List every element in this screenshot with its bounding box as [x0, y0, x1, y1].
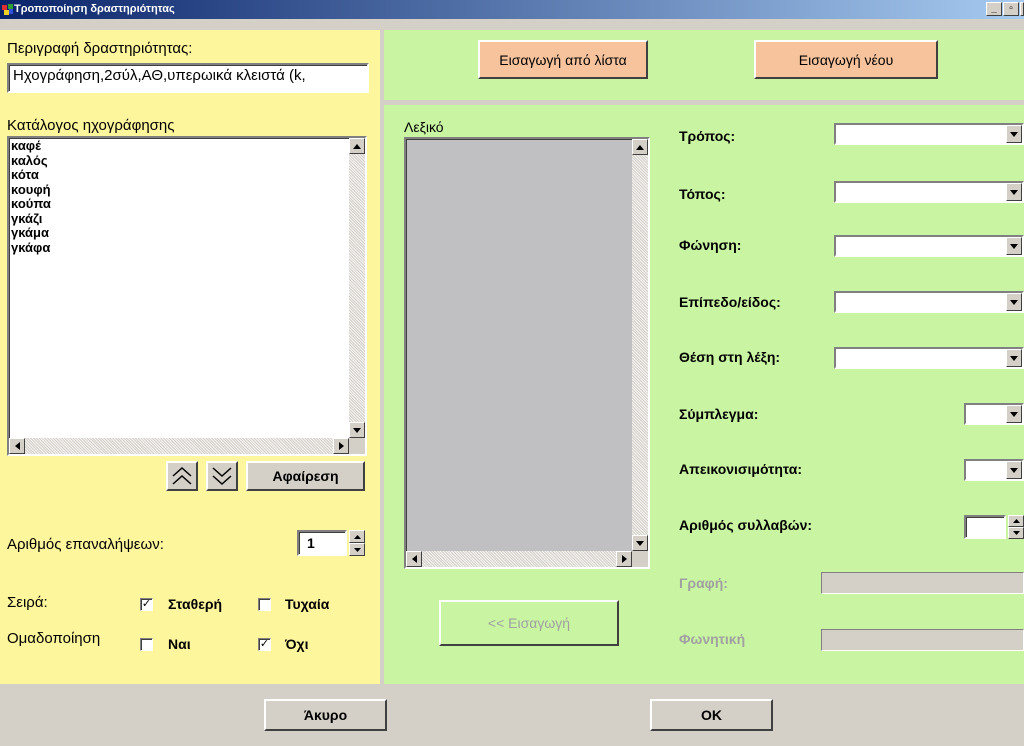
grouping-label: Ομαδοποίηση	[7, 630, 101, 647]
order-label: Σειρά:	[7, 594, 48, 611]
right-panel: Λεξικό << Εισαγωγή Τρόπος: Τόπος: Φώνηση…	[384, 105, 1024, 684]
title-bar: Τροποποίηση δραστηριότητας _ ▫	[0, 0, 1024, 19]
chevron-down-icon[interactable]	[1006, 183, 1022, 201]
chevron-down-icon[interactable]	[1006, 293, 1022, 311]
dictionary-hscroll[interactable]	[406, 551, 632, 567]
scroll-down-icon[interactable]	[349, 422, 365, 438]
spelling-field	[821, 572, 1024, 594]
manner-label: Τρόπος:	[679, 128, 736, 144]
grouping-no-checkbox[interactable]: ✓	[258, 638, 271, 651]
syllables-spinner[interactable]	[1008, 515, 1024, 539]
voicing-label: Φώνηση:	[679, 237, 742, 253]
chevron-down-icon[interactable]	[1006, 237, 1022, 255]
imageability-label: Απεικονισιμότητα:	[679, 461, 803, 477]
bottom-bar: Άκυρο OK	[0, 684, 1024, 746]
double-chevron-down-icon	[212, 467, 232, 486]
repetitions-field[interactable]: 1	[297, 530, 347, 556]
manner-combo[interactable]	[834, 123, 1024, 145]
syllables-label: Αριθμός συλλαβών:	[679, 517, 813, 533]
grouping-yes-label: Ναι	[168, 636, 191, 652]
chevron-down-icon[interactable]	[1006, 125, 1022, 143]
level-label: Επίπεδο/είδος:	[679, 294, 781, 310]
repetitions-value: 1	[307, 535, 315, 551]
import-from-list-button[interactable]: Εισαγωγή από λίστα	[478, 40, 648, 79]
scroll-right-icon[interactable]	[333, 438, 349, 454]
move-down-button[interactable]	[206, 461, 238, 491]
scroll-left-icon[interactable]	[9, 438, 25, 454]
place-combo[interactable]	[834, 181, 1024, 203]
repetitions-spinner[interactable]	[349, 530, 365, 556]
order-fixed-checkbox[interactable]: ✓	[140, 598, 153, 611]
cluster-label: Σύμπλεγμα:	[679, 406, 759, 422]
close-button[interactable]	[1020, 2, 1024, 16]
left-panel: Περιγραφή δραστηριότητας: Ηχογράφηση,2σύ…	[0, 30, 380, 684]
move-up-button[interactable]	[166, 461, 198, 491]
spin-down-icon[interactable]	[1008, 527, 1024, 539]
chevron-down-icon[interactable]	[1006, 349, 1022, 367]
dictionary-vscroll[interactable]	[632, 139, 648, 551]
position-combo[interactable]	[834, 347, 1024, 369]
dictionary-label: Λεξικό	[404, 119, 444, 135]
order-fixed-label: Σταθερή	[168, 596, 223, 612]
scroll-corner	[632, 551, 648, 567]
ok-button[interactable]: OK	[650, 699, 773, 731]
catalog-label: Κατάλογος ηχογράφησης	[7, 117, 175, 134]
catalog-listbox[interactable]: καφέ καλός κότα κουφή κούπα γκάζι γκάμα γκάφα	[7, 136, 367, 456]
repetitions-label: Αριθμός επαναλήψεων:	[7, 536, 164, 553]
window-title: Τροποποίηση δραστηριότητας	[14, 3, 175, 15]
scroll-right-icon[interactable]	[616, 551, 632, 567]
scroll-up-icon[interactable]	[349, 138, 365, 154]
double-chevron-up-icon	[172, 466, 192, 485]
spelling-label: Γραφή:	[679, 575, 728, 591]
minimize-button[interactable]: _	[986, 2, 1002, 16]
catalog-hscroll[interactable]	[9, 438, 349, 454]
list-item[interactable]: γκάμα	[9, 225, 365, 241]
voicing-combo[interactable]	[834, 235, 1024, 257]
grouping-no-label: Όχι	[285, 636, 309, 652]
order-random-label: Τυχαία	[285, 596, 330, 612]
catalog-vscroll[interactable]	[349, 138, 365, 438]
cluster-combo[interactable]	[964, 403, 1024, 425]
app-icon	[2, 4, 13, 15]
cancel-button[interactable]: Άκυρο	[264, 699, 387, 731]
top-panel: Εισαγωγή από λίστα Εισαγωγή νέου	[384, 30, 1024, 100]
scroll-down-icon[interactable]	[632, 535, 648, 551]
insert-button[interactable]: << Εισαγωγή	[439, 600, 619, 646]
grouping-yes-checkbox[interactable]	[140, 638, 153, 651]
chevron-down-icon[interactable]	[1006, 461, 1022, 479]
order-random-checkbox[interactable]	[258, 598, 271, 611]
description-label: Περιγραφή δραστηριότητας:	[7, 40, 193, 57]
dictionary-listbox[interactable]	[404, 137, 650, 569]
imageability-combo[interactable]	[964, 459, 1024, 481]
scroll-corner	[349, 438, 365, 454]
phonetic-field	[821, 629, 1024, 651]
list-item[interactable]: καλός	[9, 153, 365, 169]
list-item[interactable]: γκάζι	[9, 211, 365, 227]
chevron-down-icon[interactable]	[1006, 405, 1022, 423]
maximize-button[interactable]: ▫	[1003, 2, 1019, 16]
list-item[interactable]: κουφή	[9, 182, 365, 198]
list-item[interactable]: κότα	[9, 167, 365, 183]
list-item[interactable]: καφέ	[9, 138, 365, 154]
import-new-button[interactable]: Εισαγωγή νέου	[754, 40, 938, 79]
spin-down-icon[interactable]	[349, 543, 365, 556]
scroll-left-icon[interactable]	[406, 551, 422, 567]
spin-up-icon[interactable]	[1008, 515, 1024, 527]
phonetic-label: Φωνητική	[679, 631, 746, 647]
remove-button[interactable]: Αφαίρεση	[246, 461, 365, 491]
scroll-up-icon[interactable]	[632, 139, 648, 155]
level-combo[interactable]	[834, 291, 1024, 313]
position-label: Θέση στη λέξη:	[679, 349, 781, 365]
catalog-items: καφέ καλός κότα κουφή κούπα γκάζι γκάμα γκάφα	[9, 138, 365, 255]
list-item[interactable]: γκάφα	[9, 240, 365, 256]
syllables-field[interactable]	[964, 515, 1006, 539]
spin-up-icon[interactable]	[349, 530, 365, 543]
place-label: Τόπος:	[679, 186, 726, 202]
description-field[interactable]: Ηχογράφηση,2σύλ,ΑΘ,υπερωικά κλειστά (k,	[7, 63, 369, 93]
list-item[interactable]: κούπα	[9, 196, 365, 212]
